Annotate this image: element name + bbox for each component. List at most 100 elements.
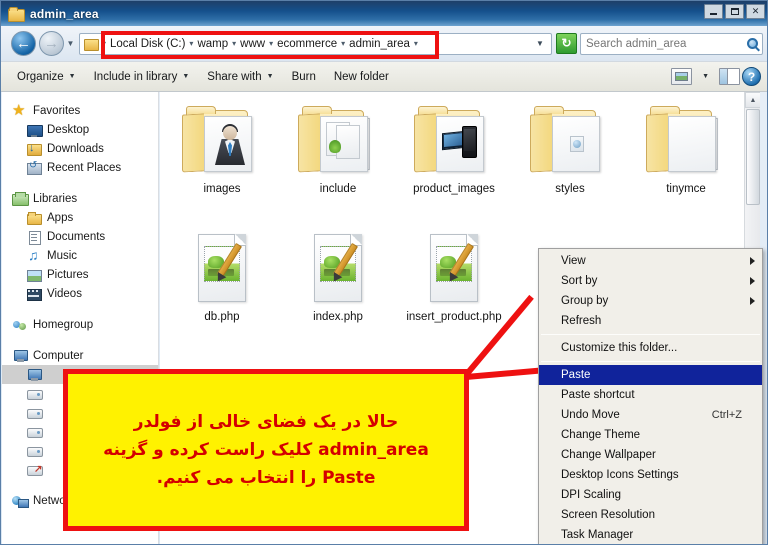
menu-item-view[interactable]: View <box>539 251 762 271</box>
submenu-arrow-icon <box>750 297 755 305</box>
menu-item-paste[interactable]: Paste <box>539 365 762 385</box>
change-view-icon[interactable] <box>671 68 693 85</box>
address-bar[interactable]: ▾ Local Disk (C:) ▾ wamp ▾ www ▾ ecommer… <box>79 32 552 55</box>
menu-label: Customize this folder... <box>561 342 678 354</box>
menu-item-desktop-icons-settings[interactable]: Desktop Icons Settings <box>539 465 762 485</box>
file-item-db-php[interactable]: db.php <box>164 228 280 356</box>
recent-pages-caret-icon[interactable]: ▼ <box>64 39 77 48</box>
item-label: images <box>203 183 241 195</box>
recent-places-icon <box>26 160 42 176</box>
item-label: tinymce <box>666 183 706 195</box>
breadcrumb-item-0[interactable]: Local Disk (C:) <box>107 38 188 50</box>
item-label: index.php <box>313 311 363 323</box>
scroll-up-icon[interactable]: ▲ <box>745 92 760 108</box>
folder-item-styles[interactable]: styles <box>512 100 628 228</box>
window-controls: ✕ <box>704 4 765 19</box>
sidebar-item-desktop[interactable]: Desktop <box>2 120 158 139</box>
menu-item-undo-move[interactable]: Undo Move Ctrl+Z <box>539 405 762 425</box>
star-icon <box>12 101 28 119</box>
computer-icon <box>12 348 28 364</box>
organize-button[interactable]: Organize ▼ <box>9 65 84 88</box>
sidebar-item-documents[interactable]: Documents <box>2 227 158 246</box>
sidebar-item-apps[interactable]: Apps <box>2 208 158 227</box>
sidebar-item-libraries[interactable]: Libraries <box>2 189 158 208</box>
menu-item-screen-resolution[interactable]: Screen Resolution <box>539 505 762 525</box>
menu-item-change-wallpaper[interactable]: Change Wallpaper <box>539 445 762 465</box>
forward-button[interactable]: → <box>39 31 64 56</box>
maximize-button[interactable] <box>725 4 744 19</box>
sidebar-item-music[interactable]: Music <box>2 246 158 265</box>
menu-label: Undo Move <box>561 409 620 421</box>
sidebar-item-pictures[interactable]: Pictures <box>2 265 158 284</box>
chevron-down-icon: ▼ <box>68 73 76 80</box>
view-options-caret-icon[interactable]: ▼ <box>694 73 717 80</box>
scrollbar-thumb[interactable] <box>746 109 760 205</box>
search-icon[interactable] <box>742 34 762 54</box>
include-in-library-button[interactable]: Include in library ▼ <box>86 65 198 88</box>
breadcrumb: ▾ Local Disk (C:) ▾ wamp ▾ www ▾ ecommer… <box>99 34 529 54</box>
back-button[interactable]: ← <box>11 31 36 56</box>
breadcrumb-item-3[interactable]: ecommerce <box>274 38 340 50</box>
burn-button[interactable]: Burn <box>284 65 324 88</box>
folder-icon <box>26 210 42 226</box>
folder-item-include[interactable]: include <box>280 100 396 228</box>
sidebar-label: Computer <box>33 349 84 362</box>
local-disk-icon <box>26 443 43 459</box>
local-disk-icon <box>26 367 42 383</box>
menu-item-refresh[interactable]: Refresh <box>539 311 762 331</box>
breadcrumb-sep-icon[interactable]: ▾ <box>413 39 419 48</box>
folder-item-tinymce[interactable]: tinymce <box>628 100 744 228</box>
breadcrumb-item-2[interactable]: www <box>237 38 268 50</box>
php-file-icon <box>184 232 260 306</box>
share-with-button[interactable]: Share with ▼ <box>199 65 281 88</box>
pictures-icon <box>26 267 42 283</box>
preview-pane-icon[interactable] <box>719 68 740 85</box>
menu-label: Screen Resolution <box>561 509 655 521</box>
refresh-button[interactable]: ↻ <box>556 33 577 54</box>
help-icon[interactable]: ? <box>742 67 761 86</box>
php-file-icon <box>300 232 376 306</box>
sidebar-item-homegroup[interactable]: Homegroup <box>2 315 158 334</box>
sidebar-label: Favorites <box>33 104 81 117</box>
menu-item-task-manager[interactable]: Task Manager <box>539 525 762 544</box>
folder-icon <box>412 104 496 178</box>
search-input[interactable] <box>581 34 742 53</box>
videos-icon <box>26 286 42 302</box>
title-bar: admin_area ✕ <box>1 1 767 26</box>
folder-item-product-images[interactable]: product_images <box>396 100 512 228</box>
menu-item-dpi-scaling[interactable]: DPI Scaling <box>539 485 762 505</box>
item-label: insert_product.php <box>406 311 502 323</box>
search-box[interactable] <box>580 32 763 55</box>
address-dropdown-icon[interactable]: ▼ <box>529 39 551 48</box>
folder-icon <box>180 104 264 178</box>
menu-item-customize-this-folder[interactable]: Customize this folder... <box>539 338 762 358</box>
sidebar-label: Libraries <box>33 192 78 205</box>
item-label: include <box>319 183 357 195</box>
menu-label: Change Wallpaper <box>561 449 656 461</box>
window-title: admin_area <box>30 6 99 21</box>
minimize-button[interactable] <box>704 4 723 19</box>
sidebar-item-videos[interactable]: Videos <box>2 284 158 303</box>
sidebar-item-downloads[interactable]: Downloads <box>2 139 158 158</box>
folder-item-images[interactable]: images <box>164 100 280 228</box>
documents-icon <box>26 229 42 245</box>
menu-item-change-theme[interactable]: Change Theme <box>539 425 762 445</box>
close-button[interactable]: ✕ <box>746 4 765 19</box>
menu-separator <box>541 361 760 362</box>
menu-item-group-by[interactable]: Group by <box>539 291 762 311</box>
local-disk-icon <box>26 424 43 440</box>
breadcrumb-item-4[interactable]: admin_area <box>346 38 413 50</box>
sidebar-item-computer[interactable]: Computer <box>2 346 158 365</box>
sidebar-item-recent-places[interactable]: Recent Places <box>2 158 158 177</box>
menu-label: Group by <box>561 295 609 307</box>
context-menu[interactable]: View Sort by Group by Refresh Customize … <box>538 248 763 544</box>
new-folder-button[interactable]: New folder <box>326 65 397 88</box>
menu-item-paste-shortcut[interactable]: Paste shortcut <box>539 385 762 405</box>
file-item-index-php[interactable]: index.php <box>280 228 396 356</box>
menu-item-sort-by[interactable]: Sort by <box>539 271 762 291</box>
breadcrumb-item-1[interactable]: wamp <box>194 38 231 50</box>
local-disk-icon <box>26 405 43 421</box>
sidebar-item-favorites[interactable]: Favorites <box>2 101 158 120</box>
chevron-down-icon: ▼ <box>266 73 274 80</box>
